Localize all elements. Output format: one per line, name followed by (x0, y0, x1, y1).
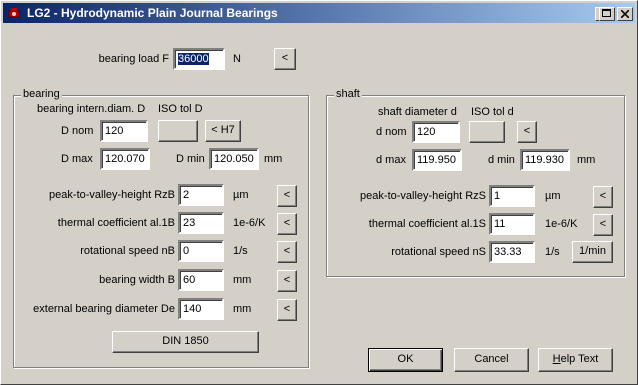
rzs-button[interactable]: < (593, 186, 613, 208)
ns-unit: 1/s (545, 246, 560, 258)
bearing-iso-tol-field[interactable] (158, 120, 198, 142)
de-button[interactable]: < (277, 299, 297, 321)
shaft-dmin-input[interactable]: 119.930 (520, 149, 570, 171)
title-bar[interactable]: LG2 - Hydrodynamic Plain Journal Bearing… (3, 3, 635, 23)
shaft-group-title: shaft (334, 88, 362, 101)
nb-button[interactable]: < (277, 241, 297, 263)
de-input[interactable]: 140 (178, 298, 224, 320)
app-icon (8, 8, 20, 18)
nb-input[interactable]: 0 (178, 240, 224, 262)
bearing-load-label: bearing load F (98, 53, 169, 65)
help-text-label: elp Text (560, 353, 599, 365)
shaft-iso-tol-field[interactable] (469, 121, 505, 143)
shaft-iso-tol-button[interactable]: < (517, 121, 537, 143)
rzb-unit: µm (233, 189, 249, 201)
rzs-unit: µm (545, 190, 561, 202)
al1s-button[interactable]: < (593, 214, 613, 236)
width-b-unit: mm (233, 274, 252, 286)
dmax-input[interactable]: 120.070 (100, 148, 150, 170)
al1s-input[interactable]: 11 (489, 213, 535, 235)
bearing-group-title: bearing (21, 88, 62, 101)
al1b-button[interactable]: < (277, 213, 297, 235)
dmin-label: D min (176, 153, 205, 165)
al1b-label: thermal coefficient al.1B (57, 217, 175, 229)
shaft-dmin-label: d min (488, 154, 515, 166)
shaft-dmin-unit: mm (577, 154, 596, 166)
window-title: LG2 - Hydrodynamic Plain Journal Bearing… (27, 6, 278, 20)
bearing-diam-label: bearing intern.diam. D (37, 103, 146, 115)
dmin-input[interactable]: 120.050 (209, 148, 259, 170)
rzb-label: peak-to-valley-height RzB (49, 189, 175, 201)
bearing-load-unit: N (233, 53, 241, 65)
help-text-button[interactable]: Help Text (538, 348, 613, 372)
dmin-unit: mm (264, 153, 283, 165)
close-icon (621, 10, 629, 18)
al1s-unit: 1e-6/K (545, 218, 578, 230)
bearing-load-input[interactable]: 36000 (173, 48, 225, 70)
ns-label: rotational speed nS (391, 246, 486, 258)
ns-input[interactable]: 33.33 (489, 241, 535, 263)
width-b-input[interactable]: 60 (178, 269, 224, 291)
de-unit: mm (233, 303, 252, 315)
cancel-button[interactable]: Cancel (454, 348, 529, 372)
bearing-load-button[interactable]: < (274, 48, 296, 70)
rzb-button[interactable]: < (277, 185, 297, 207)
de-label: external bearing diameter De (33, 303, 175, 315)
nb-label: rotational speed nB (80, 245, 175, 257)
shaft-dnom-label: d nom (376, 126, 407, 138)
ok-button[interactable]: OK (368, 348, 443, 372)
ns-per-min-button[interactable]: 1/min (572, 241, 613, 263)
shaft-dmax-input[interactable]: 119.950 (412, 149, 462, 171)
shaft-iso-label: ISO tol d (471, 106, 514, 118)
close-button[interactable] (617, 7, 633, 21)
maximize-button[interactable] (599, 7, 615, 21)
width-b-label: bearing width B (99, 274, 175, 286)
width-b-button[interactable]: < (277, 270, 297, 292)
nb-unit: 1/s (233, 245, 248, 257)
din-1850-button[interactable]: DIN 1850 (112, 331, 259, 353)
shaft-dnom-input[interactable]: 120 (412, 121, 460, 143)
rzs-input[interactable]: 1 (489, 185, 535, 207)
rzb-input[interactable]: 2 (178, 184, 224, 206)
dialog-window: LG2 - Hydrodynamic Plain Journal Bearing… (0, 0, 638, 385)
dnom-input[interactable]: 120 (100, 120, 148, 142)
al1s-label: thermal coefficient al.1S (368, 218, 486, 230)
shaft-diam-label: shaft diameter d (378, 106, 457, 118)
dmax-label: D max (61, 153, 93, 165)
al1b-unit: 1e-6/K (233, 217, 266, 229)
dnom-label: D nom (61, 125, 94, 137)
bearing-iso-tol-button[interactable]: < H7 (205, 120, 241, 142)
shaft-dmax-label: d max (376, 154, 406, 166)
help-text-mnemonic: H (552, 353, 561, 365)
al1b-input[interactable]: 23 (178, 212, 224, 234)
maximize-icon (602, 9, 611, 17)
bearing-iso-label: ISO tol D (158, 103, 203, 115)
rzs-label: peak-to-valley-height RzS (360, 190, 486, 202)
